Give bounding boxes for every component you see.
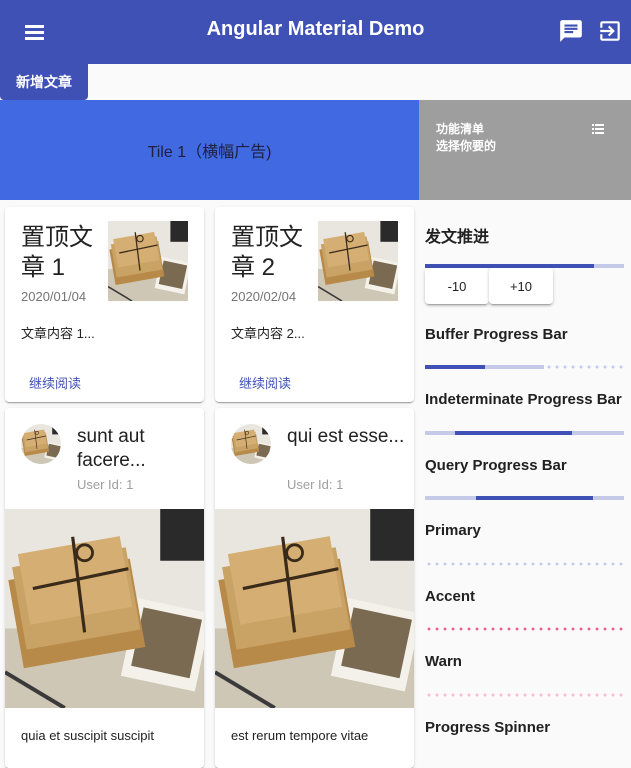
post-image xyxy=(215,509,414,708)
accent-label: Accent xyxy=(425,588,476,605)
post-user-id: User Id: 1 xyxy=(287,477,344,492)
post-image xyxy=(5,509,204,708)
pinned-article-date: 2020/02/04 xyxy=(231,289,297,304)
read-more-link[interactable]: 继续阅读 xyxy=(239,373,291,392)
indeterminate-progress-label: Indeterminate Progress Bar xyxy=(425,391,622,408)
post-title: sunt aut facere... xyxy=(77,426,146,471)
primary-progress-bar xyxy=(425,562,624,566)
warn-progress-bar xyxy=(425,693,624,697)
article-thumbnail xyxy=(318,221,398,301)
read-more-link[interactable]: 继续阅读 xyxy=(29,373,81,392)
add-article-button[interactable]: 新增文章 xyxy=(0,64,88,100)
feature-list-title: 功能清单 xyxy=(436,122,485,136)
decrease-button[interactable]: -10 xyxy=(425,268,489,304)
side-panel: 发文推进 -10 +10 Buffer Progress Bar Indeter… xyxy=(419,200,631,750)
query-progress-label: Query Progress Bar xyxy=(425,457,567,474)
increase-button[interactable]: +10 xyxy=(489,268,553,304)
feature-list-tile[interactable]: 功能清单 选择你要的 xyxy=(419,100,631,200)
pinned-article-content: 文章内容 2... xyxy=(231,326,305,341)
post-user-id: User Id: 1 xyxy=(77,477,134,492)
feature-list-subtitle: 选择你要的 xyxy=(436,139,497,153)
primary-label: Primary xyxy=(425,522,481,539)
chat-icon[interactable] xyxy=(558,18,584,44)
post-body: quia et suscipit suscipit xyxy=(21,728,154,743)
post-title: qui est esse... xyxy=(287,426,405,447)
pinned-article-card: 置顶文章 1 2020/01/04 文章内容 1... 继续阅读 xyxy=(5,207,204,402)
pinned-article-card: 置顶文章 2 2020/02/04 文章内容 2... 继续阅读 xyxy=(215,207,414,402)
post-card: qui est esse... User Id: 1 est rerum tem… xyxy=(215,408,414,768)
buffer-progress-label: Buffer Progress Bar xyxy=(425,326,568,343)
avatar xyxy=(21,424,61,464)
post-card: sunt aut facere... User Id: 1 quia et su… xyxy=(5,408,204,768)
query-progress-bar xyxy=(425,496,624,500)
banner-tile: Tile 1（横幅广告) xyxy=(0,100,419,200)
banner-tile-label: Tile 1（横幅广告) xyxy=(147,144,272,161)
pinned-article-title: 置顶文章 1 xyxy=(21,224,93,281)
pinned-article-content: 文章内容 1... xyxy=(21,326,95,341)
exit-to-app-icon[interactable] xyxy=(597,18,623,44)
post-body: est rerum tempore vitae xyxy=(231,728,369,743)
accent-progress-bar xyxy=(425,627,624,631)
top-toolbar: Angular Material Demo xyxy=(0,0,631,64)
post-progress-label: 发文推进 xyxy=(425,229,490,246)
pinned-article-title: 置顶文章 2 xyxy=(231,224,303,281)
buffer-progress-bar xyxy=(425,365,624,369)
avatar xyxy=(231,424,271,464)
progress-spinner-label: Progress Spinner xyxy=(425,719,551,736)
list-icon[interactable] xyxy=(592,124,606,136)
warn-label: Warn xyxy=(425,653,462,670)
indeterminate-progress-bar xyxy=(425,431,624,435)
query-progress-fill xyxy=(476,496,593,500)
article-thumbnail xyxy=(108,221,188,301)
pinned-article-date: 2020/01/04 xyxy=(21,289,87,304)
buffer-progress-fill xyxy=(425,365,485,369)
app-title: Angular Material Demo xyxy=(206,18,425,40)
indeterminate-progress-fill xyxy=(455,431,572,435)
